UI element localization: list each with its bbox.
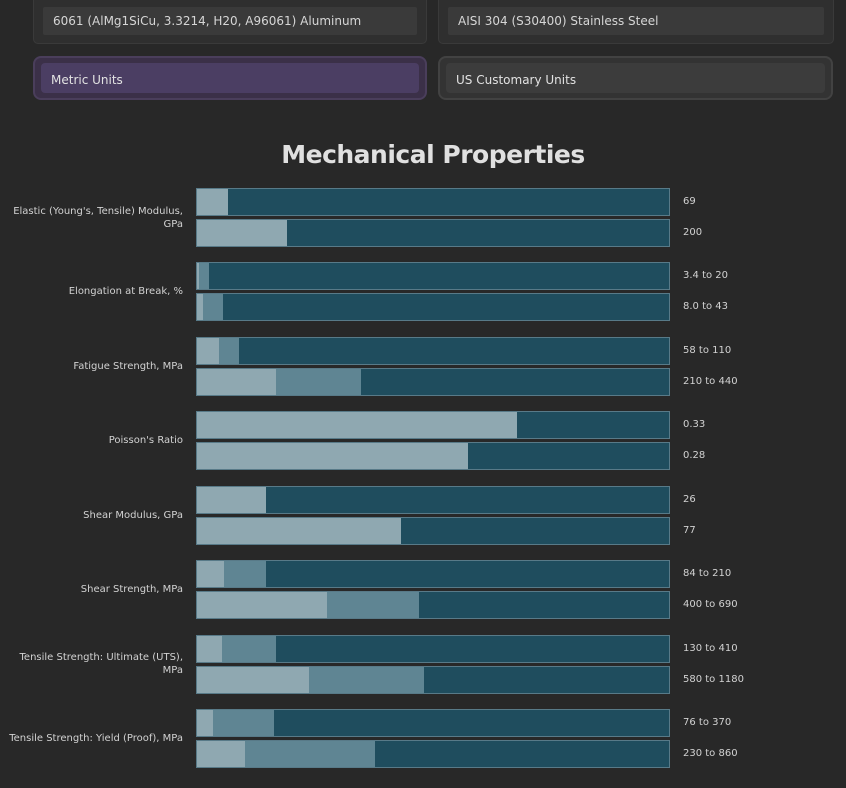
bar-min-fill	[197, 443, 468, 470]
bar-aluminum	[196, 262, 670, 291]
property-value: 0.33	[683, 419, 706, 431]
bar-aluminum	[196, 411, 670, 440]
property-value: 200	[683, 227, 703, 238]
property-value: 3.4 to 20	[683, 270, 729, 282]
us-customary-units-button[interactable]: US Customary Units	[438, 56, 833, 100]
property-value: 76 to 370	[683, 717, 732, 728]
bar-min-fill	[197, 710, 213, 736]
bar-min-fill	[197, 486, 266, 513]
property-value: 26	[683, 493, 696, 505]
us-customary-units-label: US Customary Units	[446, 63, 825, 93]
material-name-2: AISI 304 (S30400) Stainless Steel	[448, 7, 824, 35]
bar-aluminum	[196, 634, 670, 663]
property-label: Shear Modulus, GPa	[83, 509, 183, 521]
bar-min-fill	[197, 189, 228, 215]
bar-stainless-steel	[196, 591, 670, 620]
bar-aluminum	[196, 485, 670, 514]
property-label: Tensile Strength: Ultimate (UTS), MPa	[19, 652, 183, 677]
bar-min-fill	[197, 635, 222, 662]
bar-min-fill	[197, 561, 224, 588]
bar-aluminum	[196, 336, 670, 365]
property-label: Elastic (Young's, Tensile) Modulus, GPa	[13, 205, 183, 230]
bar-min-fill	[197, 220, 287, 246]
bar-stainless-steel	[196, 293, 670, 322]
property-value: 84 to 210	[683, 568, 732, 580]
bar-min-fill	[197, 412, 517, 439]
property-value: 58 to 110	[683, 344, 732, 356]
bar-min-fill	[197, 666, 309, 693]
property-value: 230 to 860	[683, 748, 738, 759]
bar-stainless-steel	[196, 219, 670, 247]
property-value: 580 to 1180	[683, 673, 744, 685]
bar-aluminum	[196, 188, 670, 216]
property-value: 77	[683, 524, 696, 536]
bar-stainless-steel	[196, 442, 670, 471]
bar-min-fill	[197, 517, 401, 544]
bar-aluminum	[196, 560, 670, 589]
property-value: 210 to 440	[683, 375, 738, 387]
bar-stainless-steel	[196, 516, 670, 545]
bar-stainless-steel	[196, 367, 670, 396]
property-value: 0.28	[683, 450, 706, 462]
bar-min-fill	[197, 294, 203, 321]
property-value: 8.0 to 43	[683, 301, 729, 313]
bar-min-fill	[197, 592, 327, 619]
bar-stainless-steel	[196, 740, 670, 768]
metric-units-button[interactable]: Metric Units	[33, 56, 427, 100]
property-value: 400 to 690	[683, 599, 738, 611]
bar-min-fill	[197, 263, 199, 290]
bar-min-fill	[197, 368, 276, 395]
section-title: Mechanical Properties	[281, 140, 585, 169]
property-label: Shear Strength, MPa	[80, 584, 183, 596]
bar-min-fill	[197, 337, 219, 364]
bar-min-fill	[197, 741, 245, 767]
property-label: Elongation at Break, %	[68, 286, 183, 298]
material-card-1[interactable]: 6061 (AlMg1SiCu, 3.3214, H20, A96061) Al…	[33, 0, 427, 44]
property-label: Tensile Strength: Yield (Proof), MPa	[9, 733, 183, 744]
property-label: Fatigue Strength, MPa	[73, 360, 183, 372]
bar-aluminum	[196, 709, 670, 737]
metric-units-label: Metric Units	[41, 63, 419, 93]
material-card-2[interactable]: AISI 304 (S30400) Stainless Steel	[438, 0, 834, 44]
property-label: Poisson's Ratio	[108, 435, 183, 447]
material-name-1: 6061 (AlMg1SiCu, 3.3214, H20, A96061) Al…	[43, 7, 417, 35]
property-value: 130 to 410	[683, 642, 738, 654]
property-value: 69	[683, 196, 696, 207]
bar-stainless-steel	[196, 665, 670, 694]
